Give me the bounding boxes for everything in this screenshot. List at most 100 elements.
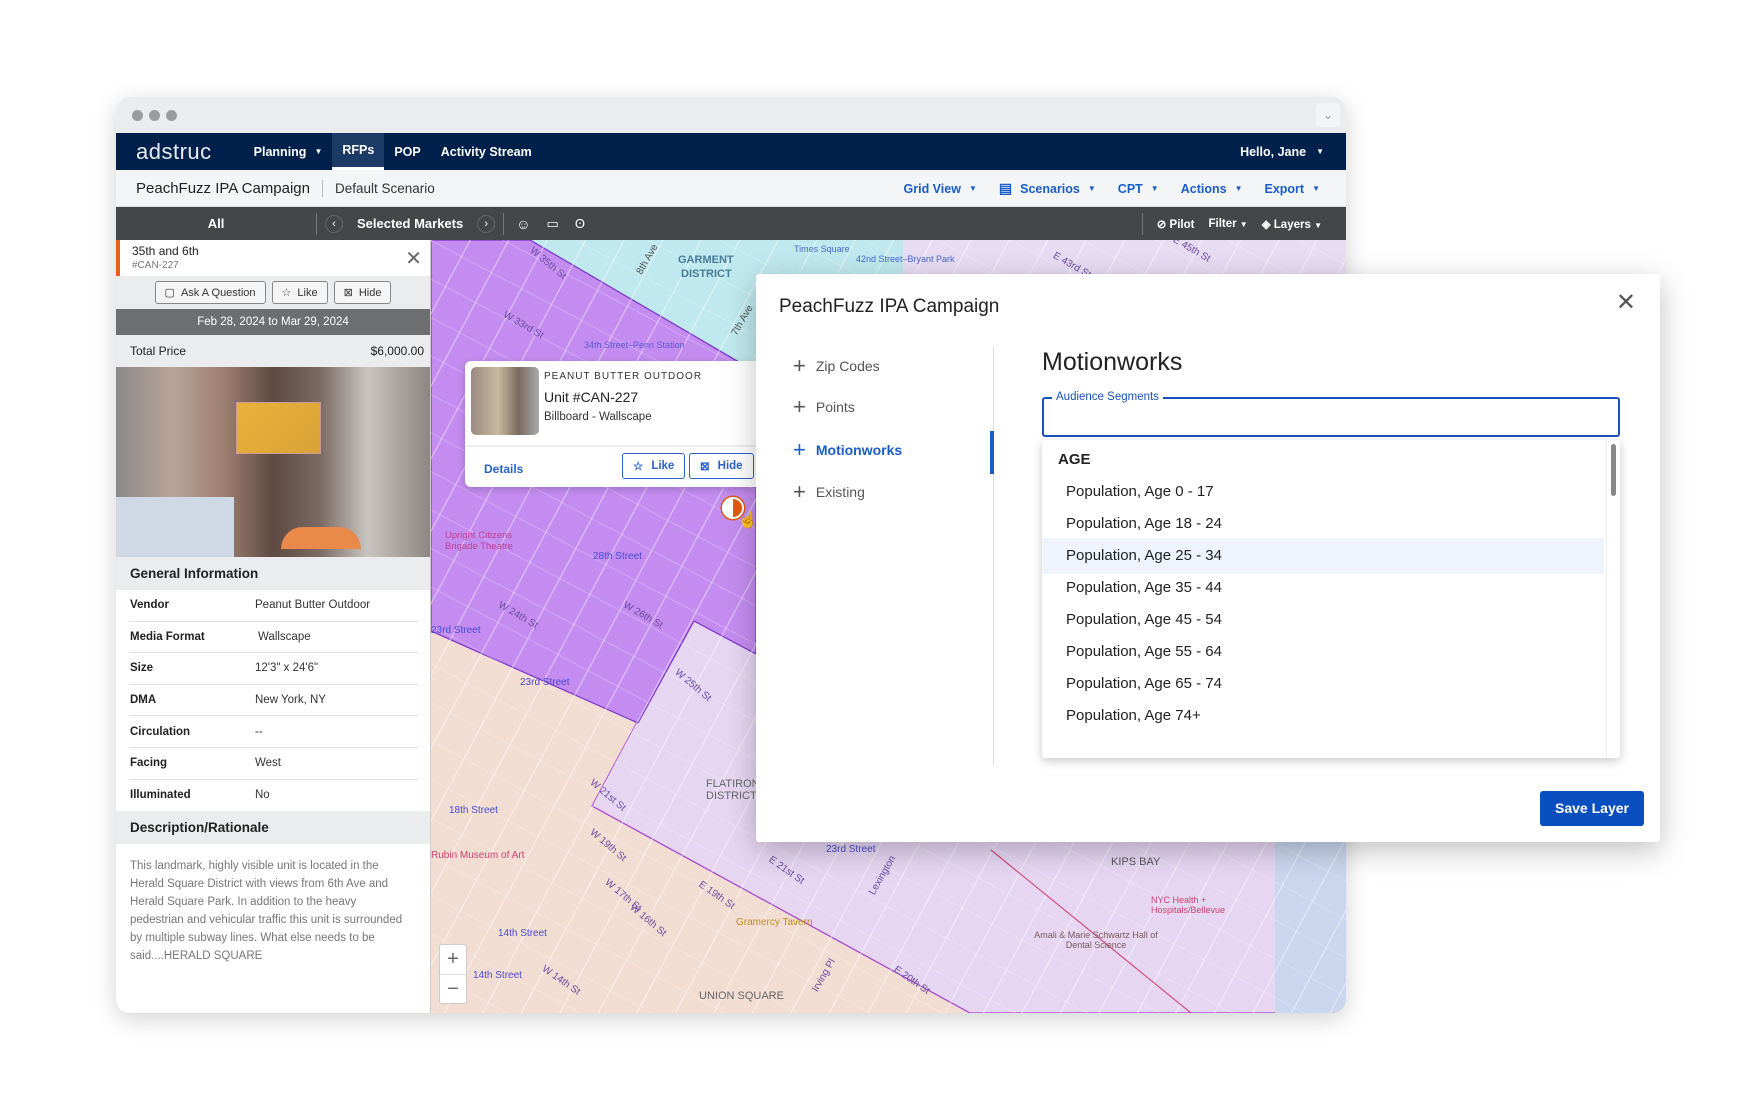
hide-button[interactable]: ⊠ Hide: [333, 281, 392, 304]
user-menu[interactable]: Hello, Jane ▼: [1240, 133, 1324, 170]
info-value: No: [255, 789, 270, 802]
all-tab[interactable]: All: [116, 216, 316, 231]
nav-label: Points: [815, 399, 855, 415]
nav-label: Existing: [815, 484, 865, 500]
popup-hide-button[interactable]: ⊠ Hide: [689, 453, 754, 479]
map-label: 42nd Street–Bryant Park: [856, 254, 955, 264]
caret-down-icon: ▼: [1234, 184, 1243, 193]
selected-markets[interactable]: Selected Markets: [357, 216, 463, 231]
export-menu[interactable]: Export ▼: [1264, 182, 1320, 196]
plus-icon: +: [793, 479, 806, 504]
nav-planning[interactable]: Planning ▼: [244, 133, 333, 170]
popup-like-button[interactable]: ☆ Like: [622, 453, 686, 479]
info-key: Size: [130, 662, 154, 675]
logo[interactable]: adstruc: [136, 139, 212, 165]
nav-points[interactable]: + Points: [793, 396, 855, 418]
map-label: GARMENT: [678, 254, 734, 266]
info-row: Illuminated No: [130, 780, 418, 812]
map-label: Upright Citizens Brigade Theatre: [445, 530, 513, 552]
caret-down-icon: ▼: [968, 184, 977, 193]
price-label: Total Price: [130, 344, 187, 358]
radius-icon[interactable]: ☺: [516, 216, 530, 232]
field-label: Audience Segments: [1052, 391, 1163, 403]
info-row: Facing West: [130, 748, 418, 780]
audience-segments-input[interactable]: Audience Segments: [1042, 391, 1620, 437]
scenarios-menu[interactable]: ▤ Scenarios ▼: [999, 180, 1096, 197]
user-greeting: Hello, Jane: [1240, 144, 1307, 159]
map-label: 28th Street: [593, 551, 642, 562]
ruler-icon[interactable]: ▭: [547, 216, 559, 232]
unit-header: 35th and 6th #CAN-227 ✕: [116, 240, 430, 276]
like-button[interactable]: ☆ Like: [271, 281, 328, 304]
nav-pop[interactable]: POP: [384, 133, 430, 170]
unit-thumbnail[interactable]: [471, 367, 539, 435]
layer-modal: PeachFuzz IPA Campaign ✕ + Zip Codes + Poi…: [756, 274, 1660, 842]
caret-down-icon: ▼: [1239, 219, 1248, 229]
window-dot[interactable]: [149, 110, 160, 121]
scrollbar-thumb[interactable]: [1611, 444, 1616, 496]
layers-menu[interactable]: ◈ Layers ▼: [1262, 217, 1322, 231]
info-key: Circulation: [130, 725, 191, 738]
details-link[interactable]: Details: [484, 462, 523, 476]
menu-label: Grid View: [903, 181, 961, 196]
save-layer-button[interactable]: Save Layer: [1540, 791, 1644, 826]
price-value: $6,000.00: [370, 344, 424, 358]
info-key: Illuminated: [130, 789, 191, 802]
dropdown-option[interactable]: Population, Age 55 - 64: [1042, 634, 1604, 670]
window-dot[interactable]: [132, 110, 143, 121]
cpt-menu[interactable]: CPT ▼: [1118, 182, 1159, 196]
chevron-left-icon[interactable]: ‹: [325, 214, 343, 233]
scenario-name[interactable]: Default Scenario: [335, 181, 435, 196]
window-dot[interactable]: [166, 110, 177, 121]
zoom-out-button[interactable]: −: [440, 975, 466, 1004]
campaign-title: PeachFuzz IPA Campaign: [136, 179, 323, 197]
chevron-down-icon[interactable]: ⌄: [1316, 103, 1340, 127]
map-label: NYC Health + Hospitals/Bellevue: [1151, 895, 1226, 915]
plus-icon: +: [793, 353, 806, 378]
active-indicator: [990, 431, 994, 474]
dropdown-option[interactable]: Population, Age 18 - 24: [1042, 506, 1604, 542]
nav-zip-codes[interactable]: + Zip Codes: [793, 353, 880, 378]
caret-down-icon: ▼: [1314, 220, 1322, 230]
info-row: DMA New York, NY: [130, 685, 418, 717]
popup-vendor: PEANUT BUTTER OUTDOOR: [544, 371, 703, 382]
umbrella-image: [281, 527, 361, 549]
filter-menu[interactable]: Filter ▼: [1208, 218, 1247, 230]
nav-motionworks[interactable]: + Motionworks: [793, 439, 902, 461]
total-price-row: Total Price $6,000.00: [116, 335, 430, 367]
divider: [316, 212, 317, 235]
ask-question-button[interactable]: ▢ Ask A Question: [154, 281, 266, 304]
caret-down-icon: ▼: [1312, 184, 1320, 193]
dropdown-option[interactable]: Population, Age 45 - 54: [1042, 602, 1604, 638]
footprints-icon[interactable]: ʘ: [575, 216, 585, 231]
info-row: Vendor Peanut Butter Outdoor: [130, 590, 418, 622]
dropdown-option[interactable]: Population, Age 35 - 44: [1042, 570, 1604, 606]
menu-label: Actions: [1180, 181, 1227, 196]
nav-existing[interactable]: + Existing: [793, 479, 865, 504]
divider: [1141, 212, 1143, 235]
info-key: DMA: [130, 694, 157, 707]
dropdown-option[interactable]: Population, Age 0 - 17: [1042, 474, 1604, 510]
dropdown-option[interactable]: Population, Age 65 - 74: [1042, 666, 1604, 702]
description-text: This landmark, highly visible unit is lo…: [130, 860, 403, 963]
info-key: Media Format: [130, 630, 205, 643]
grid-view-menu[interactable]: Grid View ▼: [904, 182, 977, 196]
pilot-button[interactable]: ⊘ Pilot: [1157, 217, 1195, 231]
compass-icon: ⊘: [1156, 218, 1167, 231]
popup-unit: Unit #CAN-227: [544, 389, 639, 405]
chevron-right-icon[interactable]: ›: [477, 214, 496, 233]
dropdown-option-highlighted[interactable]: Population, Age 25 - 34: [1042, 538, 1604, 574]
nav-rfps[interactable]: RFPs: [332, 133, 385, 170]
unit-title: 35th and 6th: [132, 244, 199, 258]
close-icon[interactable]: ✕: [1616, 288, 1636, 317]
nav-activity-stream[interactable]: Activity Stream: [431, 133, 542, 170]
nav-label: Zip Codes: [815, 358, 880, 374]
actions-menu[interactable]: Actions ▼: [1181, 182, 1243, 196]
button-label: Hide: [358, 286, 382, 299]
zoom-in-button[interactable]: +: [440, 945, 466, 975]
audience-segments-dropdown: AGE Population, Age 0 - 17 Population, A…: [1042, 440, 1620, 758]
close-icon[interactable]: ✕: [405, 246, 422, 271]
map-label: 23rd Street: [431, 625, 481, 636]
unit-photo[interactable]: [116, 367, 430, 557]
dropdown-option[interactable]: Population, Age 74+: [1042, 698, 1604, 734]
